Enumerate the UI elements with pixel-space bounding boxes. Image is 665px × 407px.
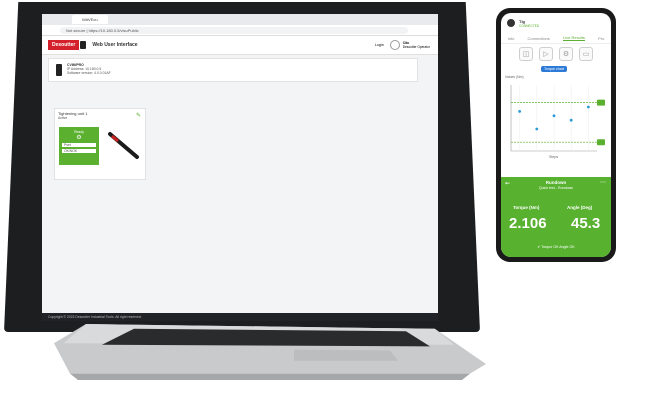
- chart-label-badge: Torque chart: [541, 66, 567, 72]
- url-text: Not secure | https://10.180.0.5/visuPubl…: [66, 27, 139, 33]
- tool-row-result: OK/NOK: [62, 149, 96, 153]
- phone-status-bar: Tlg CONNECTED: [501, 13, 611, 33]
- chart-threshold-badge: [597, 139, 605, 146]
- chart-threshold-badge: [597, 99, 605, 106]
- tab-live-results[interactable]: Live Results: [563, 35, 585, 41]
- user-avatar-icon[interactable]: [389, 40, 400, 50]
- chart-point: [518, 110, 521, 113]
- laptop-screen: WAVEcu Not secure | https://10.180.0.5/v…: [42, 14, 438, 321]
- chart-point: [569, 118, 573, 122]
- browser-tab[interactable]: WAVEcu: [72, 15, 108, 24]
- tool-status-panel: Ready ⚙ Pset OK/NOK: [59, 127, 99, 165]
- result-sub: Quick test - Rundown: [538, 186, 574, 190]
- tool-card-subtitle: Active: [58, 116, 68, 120]
- result-panel: Rundown Quick test - Rundown ⇜ ⋯ Torque …: [501, 177, 611, 257]
- controller-version: Software version: 4.0.0.01AF: [67, 71, 111, 75]
- tool-icon: [507, 19, 515, 27]
- phone-tabs: Info Connections Live Results Pro: [501, 33, 611, 44]
- phone-action-icons: ◫ ▷ ⚙ ▭: [501, 44, 611, 64]
- chart-point: [587, 105, 590, 109]
- url-input[interactable]: Not secure | https://10.180.0.5/visuPubl…: [60, 26, 408, 34]
- browser-tab-bar: WAVEcu: [42, 14, 438, 25]
- phone-screen: Tlg CONNECTED Info Connections Live Resu…: [501, 13, 611, 257]
- edit-icon[interactable]: ✎: [136, 112, 141, 119]
- screwdriver-image: [108, 132, 139, 159]
- tab-info[interactable]: Info: [508, 36, 515, 41]
- tool-icon: ⚙: [76, 135, 82, 141]
- page-footer: Copyright © 2023 Desoutter Industrial To…: [42, 313, 438, 321]
- back-arrow-icon[interactable]: ⇜: [505, 180, 510, 187]
- chart-point: [552, 114, 556, 118]
- torque-value: 2.106: [509, 215, 547, 232]
- tab-title: WAVEcu: [82, 17, 98, 22]
- tab-connections[interactable]: Connections: [528, 36, 550, 41]
- user-role: Desoutter Operator: [402, 45, 430, 49]
- result-status-line: ✔ Torque OK Angle OK: [501, 245, 611, 249]
- app-header: Desoutter Web User Interface Login Cito …: [42, 36, 438, 55]
- brand-logo: Desoutter: [48, 40, 80, 50]
- laptop-base: [54, 324, 486, 380]
- angle-label: Angle (Deg): [567, 205, 593, 210]
- angle-value: 45.3: [571, 215, 601, 232]
- brand-mark-icon: [80, 41, 87, 49]
- play-icon[interactable]: ▷: [539, 47, 553, 61]
- chart-ylabel: Values (Nm): [505, 75, 524, 79]
- result-status-text: Torque OK Angle OK: [541, 245, 575, 249]
- gear-icon[interactable]: ⚙: [559, 47, 573, 61]
- tab-pro[interactable]: Pro: [598, 36, 604, 41]
- phone-connection: CONNECTED: [519, 23, 540, 28]
- browser-url-bar: Not secure | https://10.180.0.5/visuPubl…: [42, 25, 438, 36]
- camera-icon[interactable]: ▭: [579, 47, 593, 61]
- lock-icon[interactable]: ◫: [519, 47, 533, 61]
- tool-card[interactable]: Tightening unit 1 Active ✎ Ready ⚙ Pset …: [54, 108, 146, 180]
- result-header: Rundown: [545, 180, 567, 185]
- more-icon[interactable]: ⋯: [600, 179, 606, 186]
- torque-scatter-chart: [510, 85, 605, 152]
- controller-icon: [56, 64, 62, 76]
- tool-row-pset: Pset: [62, 143, 96, 147]
- footer-copyright: Copyright © 2023 Desoutter Industrial To…: [48, 315, 142, 319]
- controller-card: CVIM/PRO IP Address: 10.180.0.5 Software…: [48, 58, 418, 82]
- page-title: Web User Interface: [92, 42, 138, 48]
- torque-label: Torque (Nm): [513, 205, 540, 210]
- login-button[interactable]: Login: [375, 43, 384, 47]
- chart-point: [535, 127, 539, 131]
- chart-xlabel: Steps: [549, 155, 559, 159]
